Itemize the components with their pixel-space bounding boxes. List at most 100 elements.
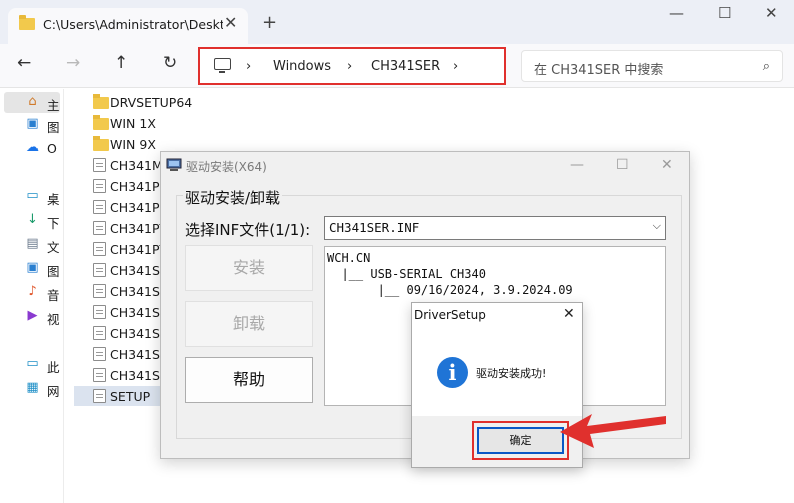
explorer-toolbar: ← → ↑ ↻ › Windows › CH341SER › 在 CH341SE… (0, 44, 794, 88)
refresh-icon[interactable]: ↻ (163, 53, 177, 73)
music-icon: ♪ (28, 284, 37, 299)
tab-title: C:\Users\Administrator\Deskto (43, 17, 223, 32)
folder-icon (93, 115, 109, 130)
sidebar-item-label: 图 (47, 120, 60, 135)
folder-icon (19, 15, 35, 30)
videos-icon: ▶ (27, 308, 38, 323)
sidebar-item-label: 文 (47, 240, 60, 255)
sidebar-item-music[interactable]: ♪ 音 (4, 282, 60, 304)
breadcrumb-separator[interactable]: › (453, 59, 458, 74)
close-button[interactable]: ✕ (661, 157, 673, 173)
installer-titlebar[interactable]: 驱动安装(X64) — ☐ ✕ (161, 152, 689, 180)
info-icon: i (437, 357, 468, 388)
file-icon (93, 368, 106, 382)
download-icon: ↓ (27, 212, 38, 227)
breadcrumb-windows[interactable]: Windows (273, 59, 331, 74)
documents-icon: ▤ (26, 236, 39, 251)
minimize-button[interactable]: — (669, 4, 684, 22)
sidebar-item-network[interactable]: ▦ 网 (4, 378, 60, 400)
sidebar-item-label: 网 (47, 384, 60, 399)
annotation-arrow-icon (560, 414, 666, 448)
close-icon[interactable]: ✕ (563, 306, 575, 322)
search-box[interactable]: 在 CH341SER 中搜索 ⌕ (521, 50, 783, 82)
pictures-icon: ▣ (26, 260, 39, 275)
file-icon (93, 326, 106, 340)
file-name: CH341PT (110, 221, 168, 236)
file-icon (93, 284, 106, 298)
message-body: i 驱动安装成功! (412, 329, 582, 416)
maximize-button[interactable]: ☐ (718, 4, 731, 22)
folder-icon (93, 136, 109, 151)
list-item-selected[interactable]: SETUP (74, 386, 164, 406)
breadcrumb-separator[interactable]: › (246, 59, 251, 74)
close-window-button[interactable]: ✕ (765, 4, 778, 22)
sidebar-item-label: 图 (47, 264, 60, 279)
gallery-icon: ▣ (26, 116, 39, 131)
list-item[interactable]: WIN 1X (88, 113, 178, 133)
sidebar-item-label: 主 (47, 98, 60, 113)
file-name: CH341M (110, 158, 163, 173)
group-title: 驱动安装/卸载 (183, 187, 283, 208)
sidebar-item-label: 下 (47, 216, 60, 231)
file-icon (93, 158, 106, 172)
sidebar-item-label: 音 (47, 288, 60, 303)
up-arrow-icon[interactable]: ↑ (114, 53, 128, 73)
sidebar-item-pictures[interactable]: ▣ 图 (4, 258, 60, 280)
message-title: DriverSetup (414, 308, 486, 322)
maximize-button[interactable]: ☐ (616, 157, 629, 173)
file-icon (93, 242, 106, 256)
uninstall-button[interactable]: 卸载 (185, 301, 313, 347)
sidebar-item-videos[interactable]: ▶ 视 (4, 306, 60, 328)
explorer-tab[interactable]: C:\Users\Administrator\Deskto ✕ (8, 8, 248, 44)
sidebar-item-label: 视 (47, 312, 60, 327)
desktop-icon: ▭ (26, 188, 39, 203)
file-icon (93, 263, 106, 277)
sidebar-item-documents[interactable]: ▤ 文 (4, 234, 60, 256)
message-text: 驱动安装成功! (476, 367, 547, 380)
inf-file-select[interactable]: CH341SER.INF ⌵ (324, 216, 666, 240)
file-name: DRVSETUP64 (110, 95, 193, 110)
file-name: CH341PT (110, 242, 168, 257)
minimize-button[interactable]: — (570, 157, 584, 173)
file-icon (93, 221, 106, 235)
explorer-tab-bar: C:\Users\Administrator\Deskto ✕ + — ☐ ✕ (0, 0, 794, 44)
inf-file-value: CH341SER.INF (329, 220, 420, 235)
inf-select-label: 选择INF文件(1/1): (185, 221, 311, 239)
setup-program-icon (93, 389, 106, 403)
tree-vendor: WCH.CN (327, 251, 371, 265)
installer-app-icon (166, 158, 182, 171)
search-input[interactable]: 在 CH341SER 中搜索 (534, 59, 663, 78)
tree-version: |__ 09/16/2024, 3.9.2024.09 (327, 283, 573, 297)
sidebar-item-home[interactable]: ⌂ 主 (4, 92, 60, 113)
forward-arrow-icon[interactable]: → (66, 53, 80, 73)
computer-icon[interactable] (214, 58, 231, 73)
sidebar-item-downloads[interactable]: ↓ 下 (4, 210, 60, 232)
ok-button-highlight: 确定 (472, 421, 569, 460)
file-name: WIN 9X (110, 137, 156, 152)
sidebar-item-label: 此 (47, 360, 60, 375)
install-button[interactable]: 安装 (185, 245, 313, 291)
address-bar[interactable]: › Windows › CH341SER › (198, 47, 506, 85)
breadcrumb-separator[interactable]: › (347, 59, 352, 74)
new-tab-button[interactable]: + (262, 12, 277, 33)
sidebar-item-onedrive[interactable]: ☁ O (4, 138, 60, 159)
sidebar-item-this-pc[interactable]: ▭ 此 (4, 354, 60, 376)
list-item[interactable]: DRVSETUP64 (88, 92, 192, 112)
search-icon[interactable]: ⌕ (763, 59, 770, 74)
close-tab-icon[interactable]: ✕ (224, 13, 237, 32)
breadcrumb-ch341ser[interactable]: CH341SER (371, 59, 440, 74)
file-icon (93, 200, 106, 214)
file-icon (93, 305, 106, 319)
help-button[interactable]: 帮助 (185, 357, 313, 403)
file-name: WIN 1X (110, 116, 156, 131)
file-icon (93, 179, 106, 193)
sidebar-item-gallery[interactable]: ▣ 图 (4, 114, 60, 136)
chevron-down-icon[interactable]: ⌵ (653, 219, 661, 233)
ok-button[interactable]: 确定 (477, 427, 564, 454)
this-pc-icon: ▭ (26, 356, 39, 371)
message-titlebar[interactable]: DriverSetup ✕ (412, 303, 582, 329)
back-arrow-icon[interactable]: ← (17, 53, 31, 73)
sidebar-item-label: 桌 (47, 192, 60, 207)
sidebar-item-label: O (47, 141, 57, 156)
sidebar-item-desktop[interactable]: ▭ 桌 (4, 186, 60, 208)
